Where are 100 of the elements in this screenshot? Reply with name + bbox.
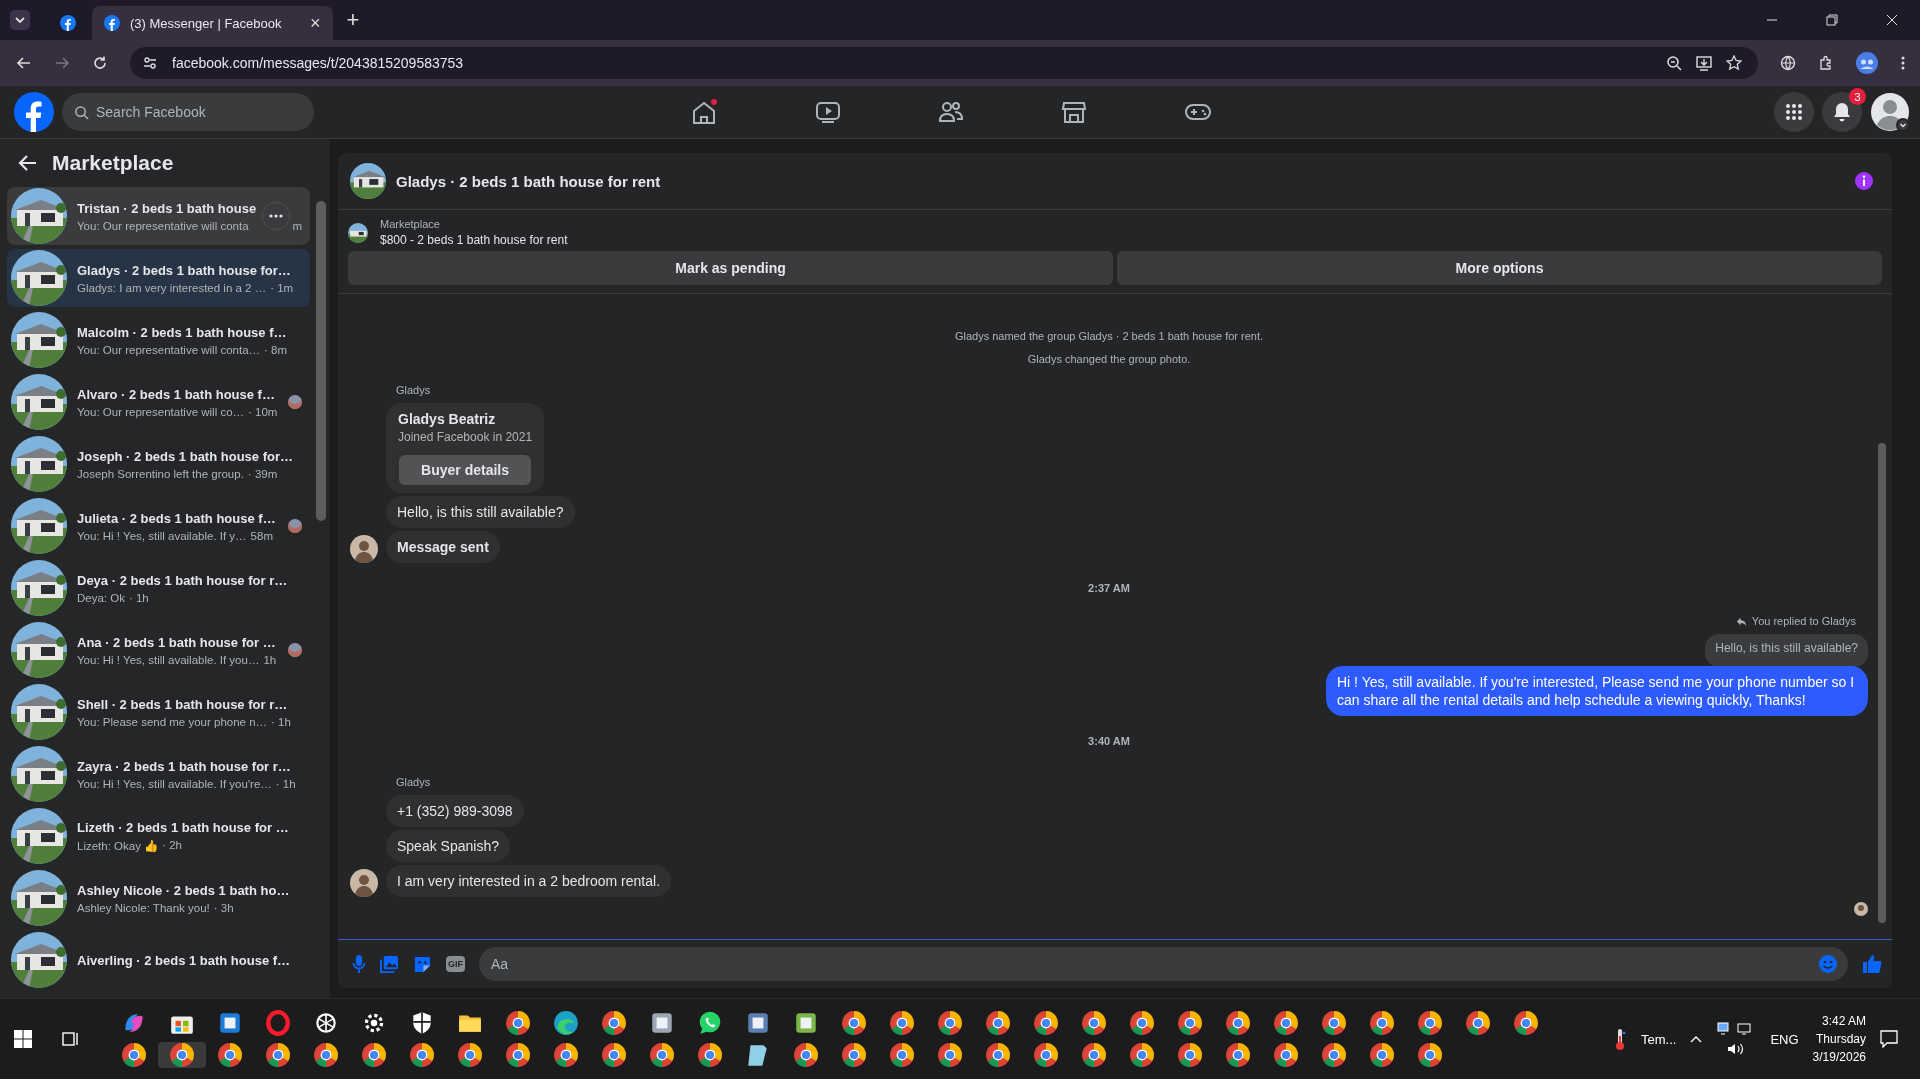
browser-icon[interactable] xyxy=(313,1042,339,1068)
conversation-item[interactable]: Ashley Nicole · 2 beds 1 bath ho… Ashley Nicole: Thank you! · 3h xyxy=(7,869,310,927)
conversation-item[interactable]: Aiverling · 2 beds 1 bath house f… xyxy=(7,931,310,989)
conversation-item[interactable]: Ana · 2 beds 1 bath house for … You: Hi ! Yes, still available. If you… 1h xyxy=(7,621,310,679)
message-input[interactable]: Aa xyxy=(479,947,1848,981)
conversation-item[interactable]: Gladys · 2 beds 1 bath house for… Gladys: I am very interested in a 2 … · 1m xyxy=(7,249,310,307)
video-icon[interactable] xyxy=(815,100,841,124)
microphone-icon[interactable] xyxy=(352,954,366,974)
globe-icon[interactable] xyxy=(1780,55,1796,71)
app-icon[interactable] xyxy=(793,1010,819,1036)
chevron-up-icon[interactable] xyxy=(1690,1035,1703,1043)
browser-icon[interactable] xyxy=(217,1042,243,1068)
conversation-item[interactable]: Malcolm · 2 beds 1 bath house f… You: Our representative will conta… · 8m xyxy=(7,311,310,369)
zoom-icon[interactable] xyxy=(1666,55,1682,71)
browser-icon[interactable] xyxy=(1273,1042,1299,1068)
browser-icon[interactable] xyxy=(937,1042,963,1068)
conversation-item[interactable]: Tristan · 2 beds 1 bath house You: Our representative will conta m xyxy=(7,187,310,245)
action-button[interactable]: Mark as pending xyxy=(348,251,1113,285)
browser-icon[interactable] xyxy=(1033,1010,1059,1036)
conversation-item[interactable]: Joseph · 2 beds 1 bath house for… Joseph Sorrentino left the group. · 39m xyxy=(7,435,310,493)
browser-icon[interactable] xyxy=(1417,1042,1443,1068)
conversation-item[interactable]: Deya · 2 beds 1 bath house for r… Deya: Ok · 1h xyxy=(7,559,310,617)
action-button[interactable]: More options xyxy=(1117,251,1882,285)
back-arrow-icon[interactable] xyxy=(18,153,38,173)
browser-icon[interactable] xyxy=(1321,1042,1347,1068)
browser-icon[interactable] xyxy=(1129,1042,1155,1068)
clock-date[interactable]: 3/19/2026 xyxy=(1812,1050,1866,1064)
conversation-item[interactable]: Shell · 2 beds 1 bath house for r… You: Please send me your phone n… · 1h xyxy=(7,683,310,741)
clock-time[interactable]: 3:42 AM xyxy=(1821,1014,1866,1028)
restore-icon[interactable] xyxy=(1826,14,1838,26)
sticker-icon[interactable] xyxy=(413,954,432,974)
site-settings-icon[interactable] xyxy=(142,55,158,71)
browser-icon[interactable] xyxy=(601,1042,627,1068)
browser-icon[interactable] xyxy=(1225,1042,1251,1068)
browser-icon[interactable] xyxy=(1225,1010,1251,1036)
browser-tab[interactable]: (3) Messenger | Facebook × xyxy=(92,6,333,40)
conversation-item[interactable]: Alvaro · 2 beds 1 bath house f… You: Our representative will co… · 10m xyxy=(7,373,310,431)
facebook-logo-icon[interactable] xyxy=(14,92,54,132)
forward-icon[interactable] xyxy=(54,55,70,71)
browser-icon[interactable] xyxy=(505,1042,531,1068)
browser-icon[interactable] xyxy=(409,1042,435,1068)
app-icon[interactable] xyxy=(313,1010,339,1036)
thermometer-icon[interactable] xyxy=(1613,1027,1628,1051)
browser-icon[interactable] xyxy=(841,1010,867,1036)
browser-icon[interactable] xyxy=(985,1042,1011,1068)
clock-day[interactable]: Thursday xyxy=(1815,1032,1866,1046)
windows-start-icon[interactable] xyxy=(14,1030,32,1048)
friends-icon[interactable] xyxy=(938,100,964,124)
extensions-icon[interactable] xyxy=(1818,55,1834,71)
conversation-item[interactable]: Julieta · 2 beds 1 bath house f… You: Hi ! Yes, still available. If y… 58m xyxy=(7,497,310,555)
browser-icon[interactable] xyxy=(793,1042,819,1068)
browser-icon[interactable] xyxy=(121,1042,147,1068)
account-avatar-icon[interactable] xyxy=(1870,92,1910,132)
profile-icon[interactable] xyxy=(1856,52,1878,74)
browser-icon[interactable] xyxy=(1273,1010,1299,1036)
bookmark-star-icon[interactable] xyxy=(1726,55,1742,71)
app-icon[interactable] xyxy=(217,1010,243,1036)
emoji-icon[interactable] xyxy=(1818,954,1838,974)
gif-button[interactable]: GIF xyxy=(446,956,465,972)
conversation-item[interactable]: Zayra · 2 beds 1 bath house for r… You: Hi ! Yes, still available. If you're… · 1h xyxy=(7,745,310,803)
browser-icon[interactable] xyxy=(1033,1042,1059,1068)
browser-icon[interactable] xyxy=(649,1042,675,1068)
browser-icon[interactable] xyxy=(1369,1042,1395,1068)
store-icon[interactable] xyxy=(1061,100,1087,124)
browser-icon[interactable] xyxy=(1129,1010,1155,1036)
image-icon[interactable] xyxy=(380,954,399,974)
volume-icon[interactable] xyxy=(1727,1042,1746,1056)
weather-label[interactable]: Tem... xyxy=(1641,1031,1677,1047)
browser-icon[interactable] xyxy=(1177,1010,1203,1036)
buyer-details-button[interactable]: Buyer details xyxy=(399,455,531,485)
browser-icon[interactable] xyxy=(1081,1042,1107,1068)
home-icon[interactable] xyxy=(690,99,718,125)
menu-icon[interactable] xyxy=(1900,55,1906,71)
browser-icon[interactable] xyxy=(937,1010,963,1036)
info-icon[interactable] xyxy=(1854,171,1874,191)
browser-icon[interactable] xyxy=(361,1042,387,1068)
address-bar[interactable]: facebook.com/messages/t/2043815209583753 xyxy=(130,47,1758,79)
app-icon[interactable] xyxy=(745,1010,771,1036)
app-icon[interactable] xyxy=(649,1010,675,1036)
chat-app-icon[interactable] xyxy=(697,1010,723,1036)
close-icon[interactable] xyxy=(1886,14,1898,26)
notification-center-icon[interactable] xyxy=(1880,1030,1898,1048)
browser-icon[interactable] xyxy=(1081,1010,1107,1036)
browser-icon[interactable] xyxy=(1321,1010,1347,1036)
install-icon[interactable] xyxy=(1696,55,1712,71)
language-indicator[interactable]: ENG xyxy=(1770,1031,1799,1047)
browser-icon[interactable] xyxy=(265,1042,291,1068)
tab-list-icon[interactable] xyxy=(10,10,30,30)
more-options-button[interactable] xyxy=(262,202,290,230)
task-view-icon[interactable] xyxy=(62,1030,80,1048)
close-tab-button[interactable]: × xyxy=(310,14,321,32)
browser-icon[interactable] xyxy=(889,1010,915,1036)
browser-icon[interactable] xyxy=(1417,1010,1443,1036)
browser-icon[interactable] xyxy=(601,1010,627,1036)
browser-icon[interactable] xyxy=(1513,1010,1539,1036)
browser-icon[interactable] xyxy=(169,1042,195,1068)
browser-icon[interactable] xyxy=(985,1010,1011,1036)
browser-icon[interactable] xyxy=(841,1042,867,1068)
reload-icon[interactable] xyxy=(92,55,108,71)
browser-icon[interactable] xyxy=(553,1042,579,1068)
